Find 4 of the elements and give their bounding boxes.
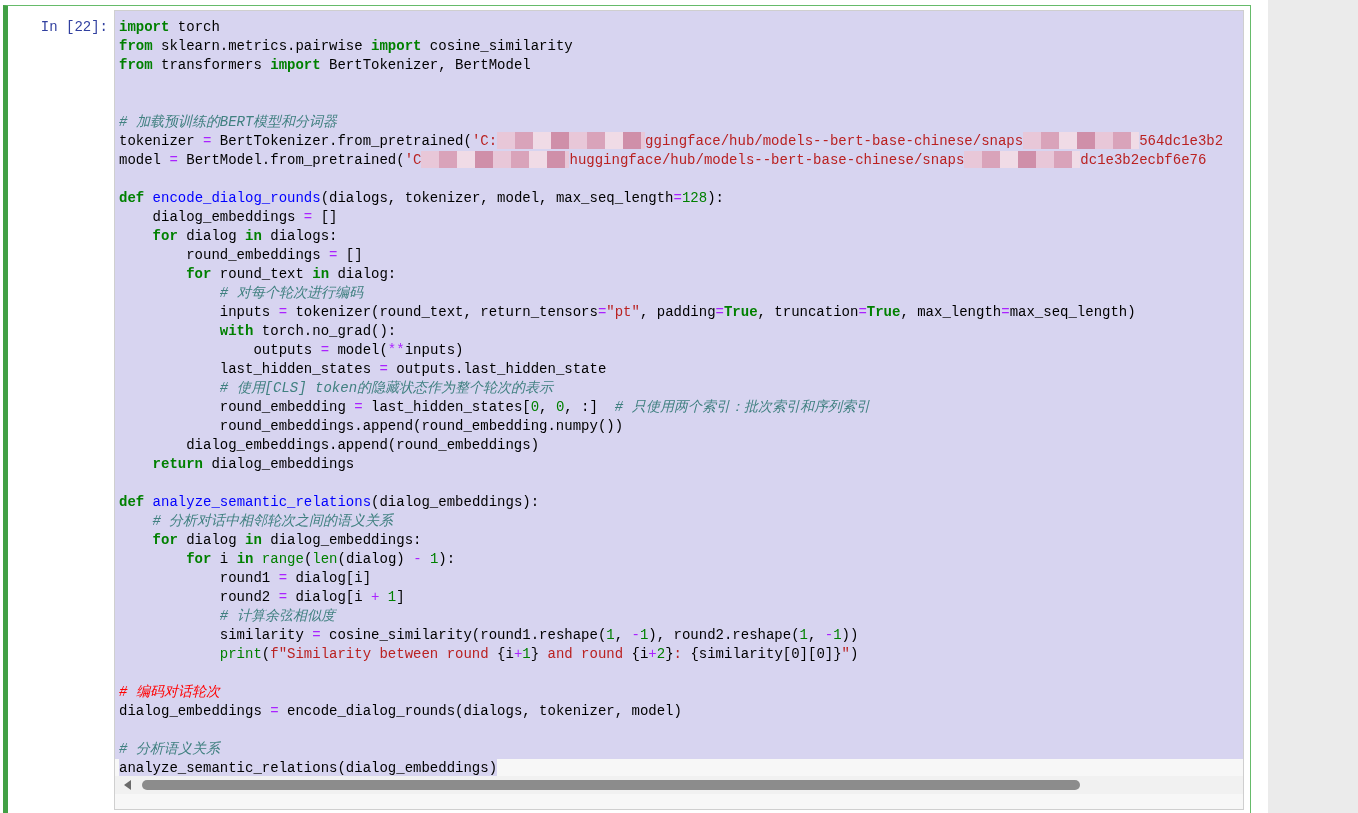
horizontal-scrollbar[interactable] [115, 776, 1243, 794]
scroll-left-icon[interactable] [124, 780, 132, 790]
input-prompt: In [22]: [39, 18, 109, 32]
scrollbar-thumb[interactable] [142, 780, 1080, 790]
